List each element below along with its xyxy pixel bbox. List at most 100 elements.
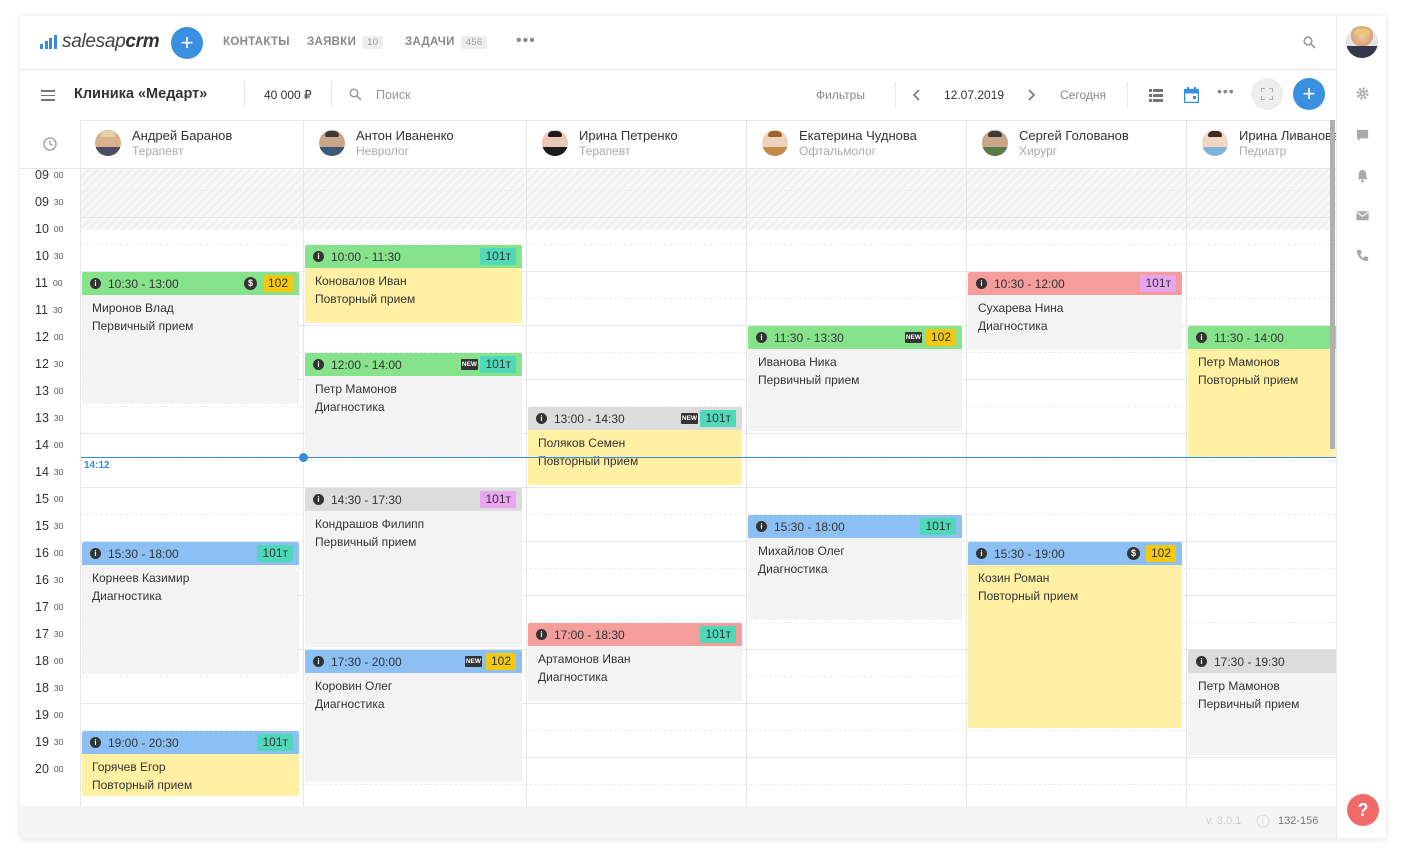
appointment-body: Козин Роман Повторный прием xyxy=(968,565,1182,609)
appointment-card[interactable]: i 14:30 - 17:30 101т Кондрашов Филипп Первич… xyxy=(305,488,522,647)
appointment-card[interactable]: i 19:00 - 20:30 101т Горячев Егор Повторный … xyxy=(82,731,299,796)
add-appointment-button[interactable]: + xyxy=(1293,78,1325,110)
info-icon[interactable]: i xyxy=(313,359,324,370)
doctor-header[interactable]: Сергей Голованов Хирург xyxy=(966,120,1187,168)
bell-icon[interactable] xyxy=(1355,168,1370,183)
appointment-body: Поляков Семен Повторный прием xyxy=(528,430,742,474)
appointment-card[interactable]: i 10:00 - 11:30 101т Коновалов Иван Повторны… xyxy=(305,245,522,323)
right-sidebar: ? xyxy=(1336,16,1386,838)
info-icon[interactable]: i xyxy=(756,521,767,532)
time-minute: 00 xyxy=(53,548,64,558)
info-icon[interactable]: i xyxy=(313,251,324,262)
gear-icon[interactable] xyxy=(1355,86,1370,101)
info-icon[interactable]: i xyxy=(756,332,767,343)
time-label: 12 30 xyxy=(35,357,63,371)
patient-name: Поляков Семен xyxy=(538,436,626,450)
appointment-card[interactable]: i 12:00 - 14:00 NEW 101т Петр Мамонов Диагнос… xyxy=(305,353,522,458)
room-badge: 101т xyxy=(480,356,516,373)
appointment-card[interactable]: i 10:30 - 13:00 $102 Миронов Влад Первичный … xyxy=(82,272,299,404)
current-date[interactable]: 12.07.2019 xyxy=(944,88,1004,102)
appointment-card[interactable]: i 13:00 - 14:30 NEW 101т Поляков Семен Повтор… xyxy=(528,407,742,485)
help-button[interactable]: ? xyxy=(1347,794,1379,826)
appointment-card[interactable]: i 10:30 - 12:00 101т Сухарева Нина Диагности… xyxy=(968,272,1182,350)
column-line xyxy=(966,168,967,806)
info-icon[interactable]: i xyxy=(90,548,101,559)
time-label: 18 00 xyxy=(35,654,63,668)
chevron-left-icon[interactable] xyxy=(912,88,922,102)
time-minute: 00 xyxy=(52,278,63,288)
info-icon[interactable]: i xyxy=(1196,332,1207,343)
menu-icon[interactable] xyxy=(41,90,55,101)
room-badge: 101т xyxy=(257,734,293,751)
time-label: 17 00 xyxy=(35,600,63,614)
info-icon[interactable]: i xyxy=(976,548,987,559)
doctor-header[interactable]: Екатерина Чуднова Офтальмолог xyxy=(746,120,967,168)
info-circle-icon[interactable] xyxy=(1256,814,1270,828)
filters-button[interactable]: Фильтры xyxy=(816,88,865,102)
global-search-icon[interactable] xyxy=(1303,36,1316,49)
patient-name: Коновалов Иван xyxy=(315,274,407,288)
time-label: 18 30 xyxy=(35,681,63,695)
visit-type: Диагностика xyxy=(315,697,385,711)
appointment-time: 15:30 - 19:00 xyxy=(994,547,1065,561)
search-input[interactable]: Поиск xyxy=(376,88,411,102)
payment-dollar-icon: $ xyxy=(244,277,257,290)
doctor-header[interactable]: Антон Иваненко Невролог xyxy=(303,120,527,168)
nav-requests[interactable]: ЗАЯВКИ 10 xyxy=(307,36,384,49)
time-label: 16 30 xyxy=(35,573,63,587)
chevron-right-icon[interactable] xyxy=(1026,88,1036,102)
nav-more-button[interactable]: ••• xyxy=(516,32,536,50)
info-icon[interactable]: i xyxy=(976,278,987,289)
appointment-header: i 14:30 - 17:30 101т xyxy=(305,488,522,511)
vertical-scrollbar[interactable] xyxy=(1330,120,1335,449)
time-minute: 00 xyxy=(53,170,64,180)
nav-contacts[interactable]: КОНТАКТЫ xyxy=(223,36,290,48)
info-icon[interactable]: i xyxy=(90,278,101,289)
info-icon[interactable]: i xyxy=(536,629,547,640)
info-icon[interactable]: i xyxy=(1196,656,1207,667)
logo[interactable]: salesap crm xyxy=(40,30,160,54)
chat-icon[interactable] xyxy=(1355,128,1370,143)
info-icon[interactable]: i xyxy=(313,494,324,505)
list-view-icon[interactable] xyxy=(1149,89,1163,102)
calendar-view-icon[interactable] xyxy=(1184,87,1199,103)
info-icon[interactable]: i xyxy=(536,413,547,424)
appointment-time: 15:30 - 18:00 xyxy=(774,520,845,534)
info-icon[interactable]: i xyxy=(313,656,324,667)
fullscreen-button[interactable] xyxy=(1251,78,1283,110)
time-hour: 19 xyxy=(35,708,49,722)
time-minute: 00 xyxy=(53,224,64,234)
doctor-header[interactable]: Андрей Баранов Терапевт xyxy=(80,120,303,168)
doctor-name: Сергей Голованов xyxy=(1019,128,1129,143)
appointment-time: 10:00 - 11:30 xyxy=(331,250,401,264)
patient-name: Иванова Ника xyxy=(758,355,837,369)
appointment-header: i 10:30 - 13:00 $102 xyxy=(82,272,299,295)
patient-name: Михайлов Олег xyxy=(758,544,845,558)
doctor-specialty: Терапевт xyxy=(579,144,631,158)
column-line xyxy=(303,168,304,806)
appointment-card[interactable]: i 15:30 - 18:00 101т Корнеев Казимир Диагнос… xyxy=(82,542,299,674)
mail-icon[interactable] xyxy=(1355,208,1370,223)
time-hour: 17 xyxy=(35,600,49,614)
appointment-card[interactable]: i 11:30 - 13:30 NEW 102 Иванова Ника Первичны… xyxy=(748,326,962,431)
doctor-header[interactable]: Ирина Ливанова Педиатр xyxy=(1186,120,1336,168)
row-line xyxy=(80,244,1336,245)
nav-tasks[interactable]: ЗАДАЧИ 456 xyxy=(405,36,488,49)
appointment-card[interactable]: i 17:30 - 19:30 Петр Мамонов Первичный прие… xyxy=(1188,650,1336,755)
toolbar-more-button[interactable]: ••• xyxy=(1217,83,1235,99)
appointment-card[interactable]: i 15:30 - 18:00 101т Михайлов Олег Диагности… xyxy=(748,515,962,620)
appointment-card[interactable]: i 11:30 - 14:00 Петр Мамонов Повторный прие… xyxy=(1188,326,1336,458)
appointment-card[interactable]: i 17:00 - 18:30 101т Артамонов Иван Диагност… xyxy=(528,623,742,701)
build-label: 132-156 xyxy=(1278,815,1319,827)
info-icon[interactable]: i xyxy=(90,737,101,748)
today-button[interactable]: Сегодня xyxy=(1060,88,1106,102)
room-badge: 102 xyxy=(262,275,293,292)
appointment-card[interactable]: i 17:30 - 20:00 NEW 102 Коровин Олег Диагност… xyxy=(305,650,522,782)
time-hour: 14 xyxy=(35,438,49,452)
visit-type: Первичный прием xyxy=(758,373,860,387)
quick-add-button[interactable]: + xyxy=(171,27,203,59)
phone-icon[interactable] xyxy=(1355,248,1370,263)
user-avatar[interactable] xyxy=(1346,26,1378,58)
doctor-header[interactable]: Ирина Петренко Терапевт xyxy=(526,120,747,168)
appointment-card[interactable]: i 15:30 - 19:00 $102 Козин Роман Повторный п… xyxy=(968,542,1182,728)
